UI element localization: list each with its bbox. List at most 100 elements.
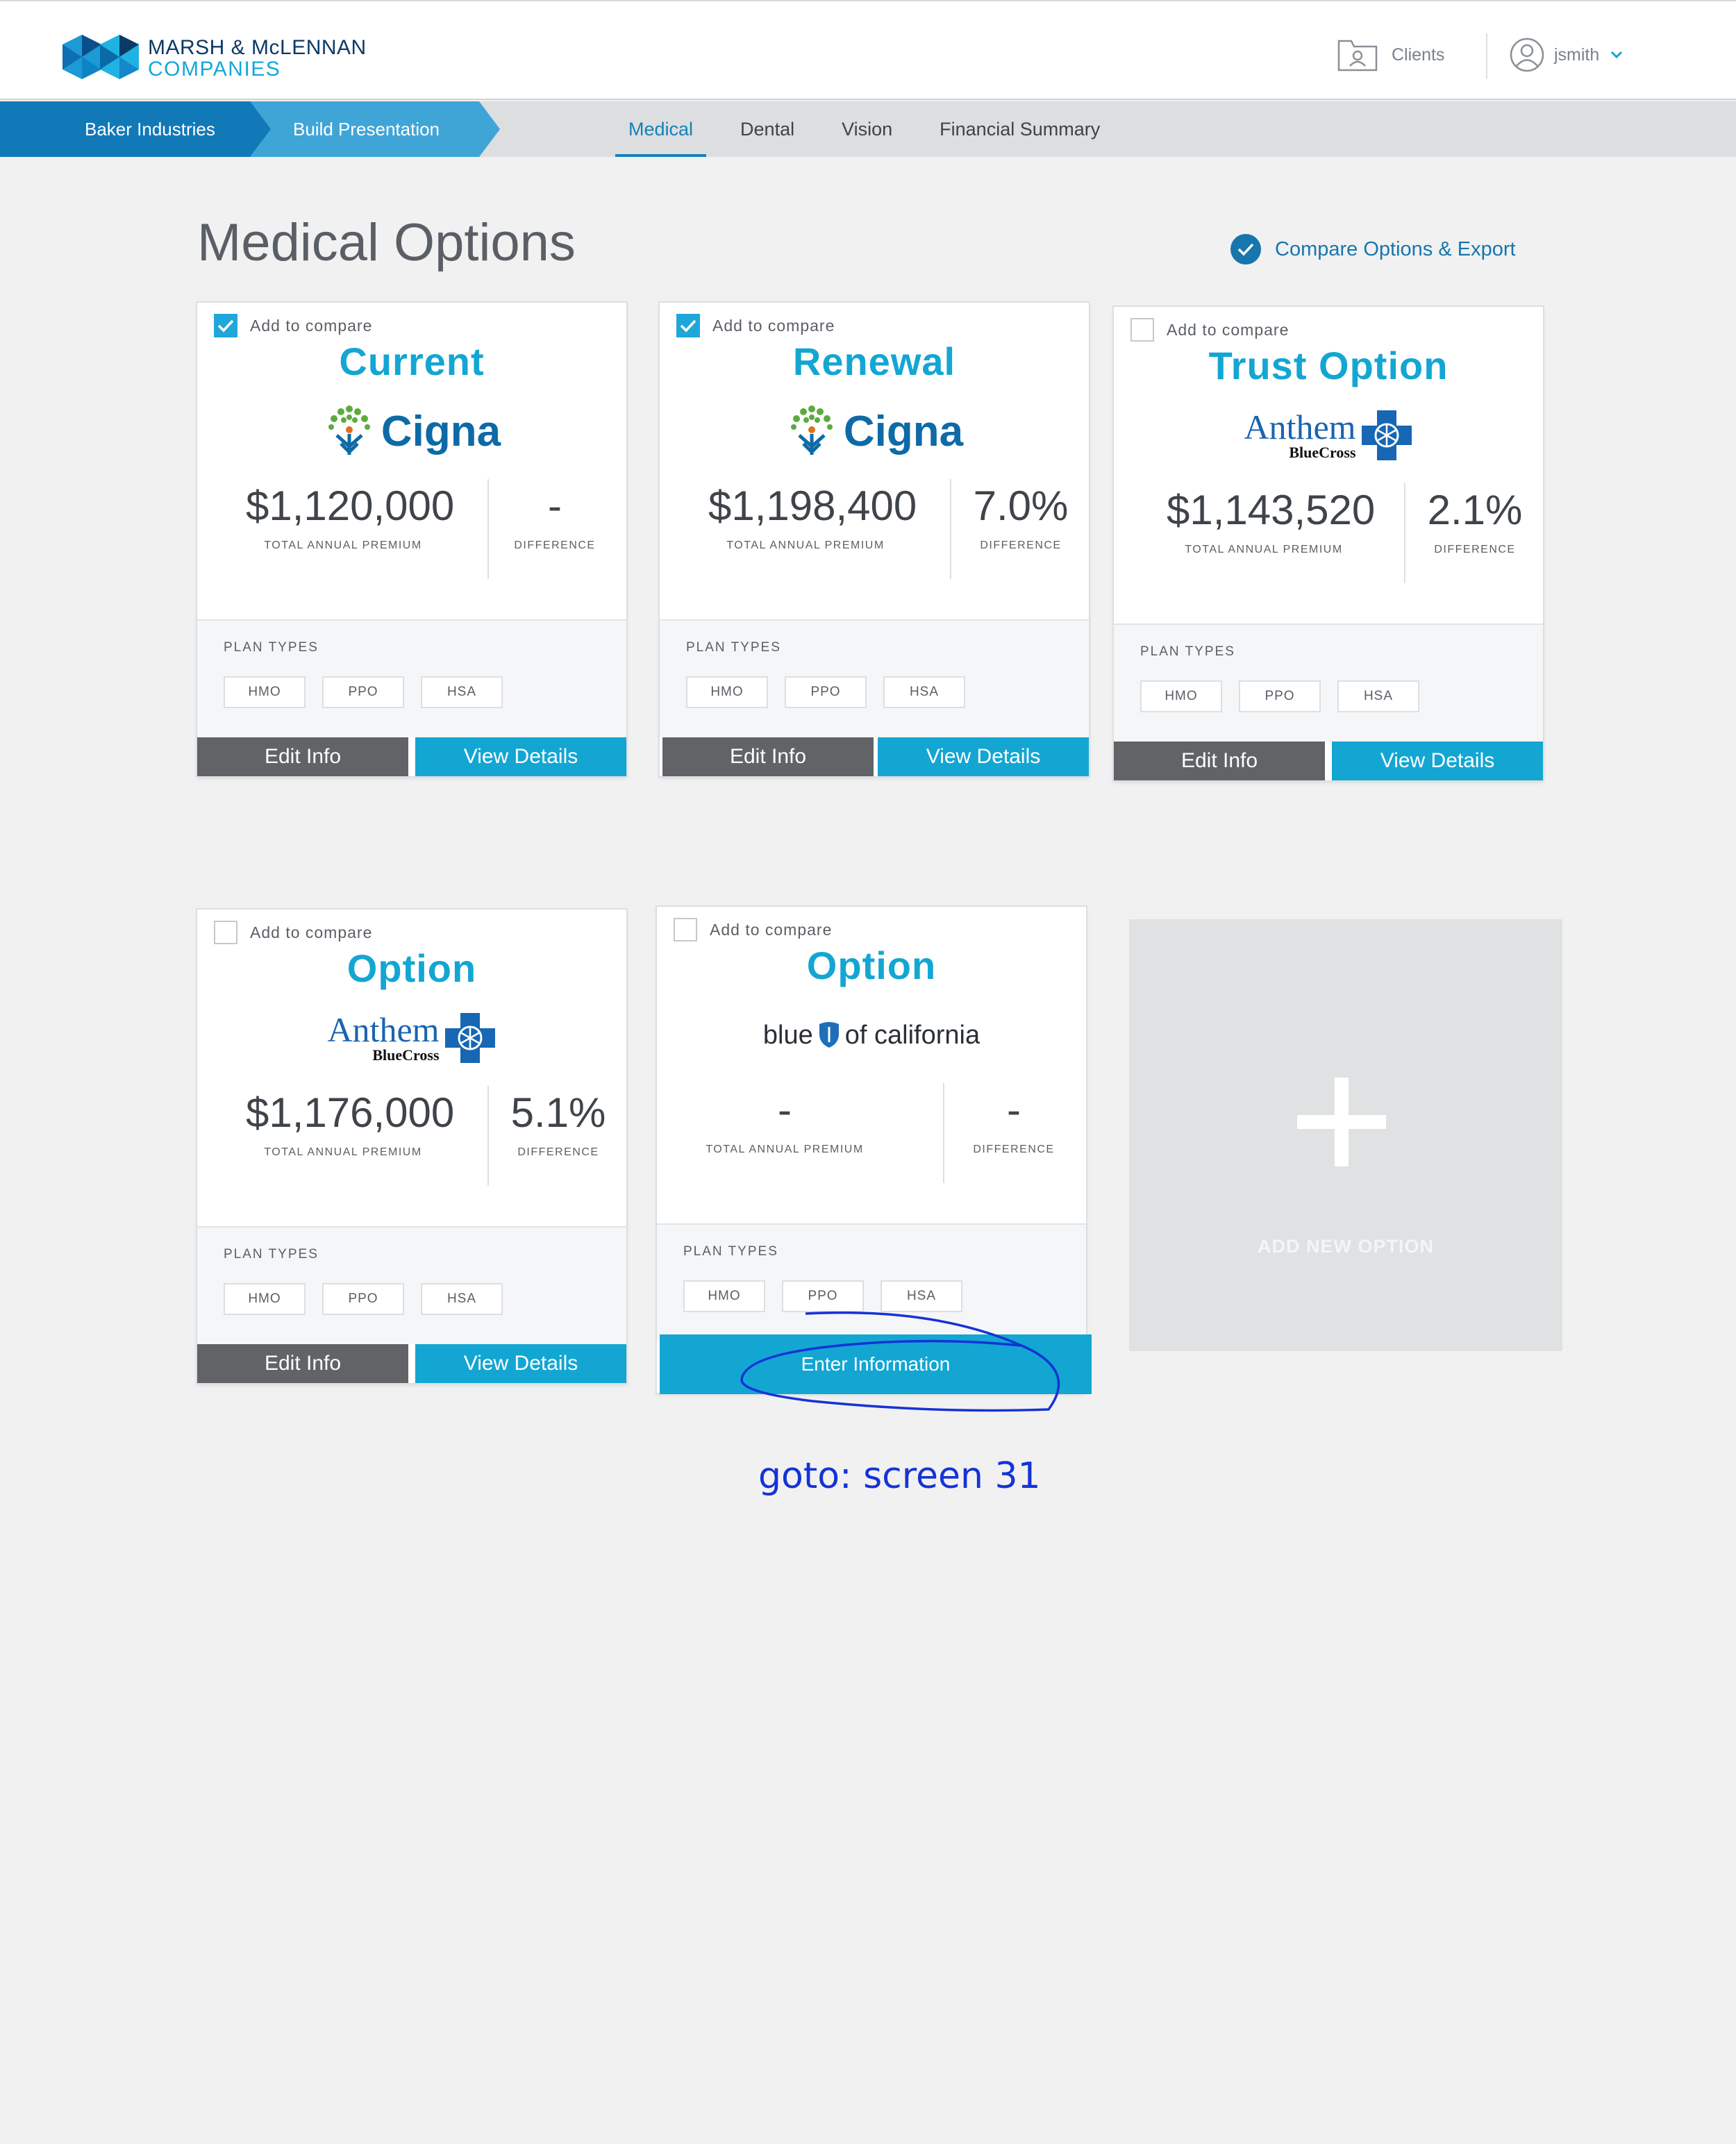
logo-text-line2: COMPANIES	[148, 58, 281, 81]
premium-label: TOTAL ANNUAL PREMIUM	[726, 539, 885, 551]
top-header: MARSH & McLENNAN COMPANIES Clients jsmit…	[0, 0, 1736, 100]
card-title: Current	[339, 340, 485, 383]
edit-info-button[interactable]: Edit Info	[1114, 742, 1325, 780]
plan-type-chips: HMO PPO HSA	[1140, 680, 1436, 712]
premium-label: TOTAL ANNUAL PREMIUM	[706, 1144, 864, 1155]
difference: 7.0% DIFFERENCE	[958, 482, 1083, 583]
breadcrumb-baker-industries[interactable]: Baker Industries	[0, 101, 257, 157]
difference-value: -	[1007, 1087, 1021, 1133]
carrier-logo-anthem: Anthem BlueCross	[1114, 404, 1543, 467]
plan-types-heading: PLAN TYPES	[1140, 644, 1235, 659]
annotation-circle-icon	[740, 1311, 1060, 1412]
premium-value: $1,143,520	[1167, 487, 1376, 533]
carrier-name: Anthem	[327, 1010, 440, 1049]
view-details-button[interactable]: View Details	[1332, 742, 1543, 780]
total-annual-premium: $1,120,000 TOTAL ANNUAL PREMIUM	[246, 482, 454, 583]
add-to-compare-checkbox[interactable]	[214, 314, 237, 337]
edit-info-button[interactable]: Edit Info	[197, 1344, 408, 1383]
plan-chip-hmo: HMO	[224, 1283, 306, 1315]
edit-info-button[interactable]: Edit Info	[662, 737, 874, 776]
clients-button[interactable]: Clients	[1337, 37, 1444, 72]
add-to-compare-checkbox[interactable]	[1130, 318, 1154, 342]
add-to-compare-row[interactable]: Add to compare	[214, 921, 372, 944]
tab-dental[interactable]: Dental	[727, 101, 808, 157]
plan-chip-hmo: HMO	[224, 676, 306, 708]
tab-bar: Medical Dental Vision Financial Summary	[615, 101, 1134, 157]
card-title: Option	[347, 946, 477, 990]
metric-divider	[1404, 483, 1405, 583]
premium-value: $1,176,000	[246, 1089, 455, 1136]
clients-folder-icon	[1337, 40, 1378, 72]
checkmark-circle-icon	[1230, 234, 1261, 265]
metric-divider	[943, 1083, 944, 1183]
plan-chip-hmo: HMO	[1140, 680, 1222, 712]
add-to-compare-row[interactable]: Add to compare	[676, 314, 835, 337]
user-avatar-icon	[1510, 37, 1544, 72]
add-new-option-tile[interactable]: ADD NEW OPTION	[1129, 919, 1562, 1351]
tab-financial-summary[interactable]: Financial Summary	[926, 101, 1113, 157]
option-card-current: Add to compare Current Cigna $1,120,000 …	[197, 303, 626, 776]
add-to-compare-label: Add to compare	[710, 920, 833, 939]
metric-divider	[487, 479, 489, 579]
compare-options-export-link[interactable]: Compare Options & Export	[1230, 233, 1516, 265]
add-new-option-label: ADD NEW OPTION	[1258, 1236, 1434, 1257]
premium-label: TOTAL ANNUAL PREMIUM	[264, 539, 422, 551]
breadcrumb-build-presentation[interactable]: Build Presentation	[264, 101, 493, 157]
total-annual-premium: $1,143,520 TOTAL ANNUAL PREMIUM	[1167, 486, 1376, 587]
plan-types-heading: PLAN TYPES	[686, 640, 781, 655]
plan-chip-hsa: HSA	[883, 676, 965, 708]
add-to-compare-checkbox[interactable]	[676, 314, 700, 337]
premium-label: TOTAL ANNUAL PREMIUM	[1185, 544, 1343, 555]
carrier-subname: BlueCross	[372, 1046, 440, 1064]
blue-shield-icon	[819, 1022, 839, 1048]
difference-value: 2.1%	[1427, 487, 1523, 533]
add-to-compare-row[interactable]: Add to compare	[214, 314, 372, 337]
add-to-compare-label: Add to compare	[250, 923, 373, 941]
option-card-trust-option: Add to compare Trust Option Anthem BlueC…	[1114, 307, 1543, 780]
view-details-button[interactable]: View Details	[415, 1344, 626, 1383]
plan-chip-hmo: HMO	[686, 676, 768, 708]
page-title: Medical Options	[197, 213, 576, 272]
add-to-compare-label: Add to compare	[1167, 320, 1290, 339]
plan-chip-hsa: HSA	[421, 676, 503, 708]
carrier-name-part1: blue	[762, 1020, 813, 1050]
carrier-name: Anthem	[1244, 408, 1356, 446]
add-to-compare-row[interactable]: Add to compare	[1130, 318, 1289, 342]
carrier-logo-cigna: Cigna	[197, 400, 626, 462]
add-to-compare-row[interactable]: Add to compare	[674, 918, 832, 941]
view-details-button[interactable]: View Details	[415, 737, 626, 776]
view-details-button[interactable]: View Details	[878, 737, 1089, 776]
edit-info-button[interactable]: Edit Info	[197, 737, 408, 776]
difference-value: -	[548, 483, 562, 529]
option-card-option-anthem: Add to compare Option Anthem BlueCross $…	[197, 910, 626, 1383]
anthem-wordmark: Anthem BlueCross	[1244, 410, 1355, 461]
total-annual-premium: $1,176,000 TOTAL ANNUAL PREMIUM	[246, 1089, 455, 1190]
blue-cross-icon	[1361, 410, 1412, 460]
plan-chip-hsa: HSA	[421, 1283, 503, 1315]
tab-medical[interactable]: Medical	[615, 101, 707, 157]
carrier-name: Cigna	[381, 407, 501, 455]
logo-mark-icon	[62, 35, 139, 79]
company-logo[interactable]: MARSH & McLENNAN COMPANIES	[62, 35, 375, 81]
user-menu[interactable]: jsmith	[1510, 37, 1623, 72]
difference-value: 5.1%	[510, 1089, 606, 1136]
plan-type-chips: HMO PPO HSA	[686, 676, 982, 708]
total-annual-premium: - TOTAL ANNUAL PREMIUM	[687, 1086, 882, 1187]
cigna-tree-icon	[790, 405, 833, 455]
add-to-compare-label: Add to compare	[250, 316, 373, 335]
blue-cross-icon	[444, 1013, 495, 1063]
user-name: jsmith	[1554, 44, 1600, 65]
add-to-compare-label: Add to compare	[712, 316, 835, 335]
add-to-compare-checkbox[interactable]	[674, 918, 697, 941]
plan-types-section: PLAN TYPES HMO PPO HSA	[197, 1226, 626, 1344]
difference: - DIFFERENCE	[503, 482, 607, 583]
difference: 2.1% DIFFERENCE	[1412, 486, 1537, 587]
plan-types-section: PLAN TYPES HMO PPO HSA	[1114, 623, 1543, 742]
carrier-name: Cigna	[843, 407, 964, 455]
tab-vision[interactable]: Vision	[828, 101, 905, 157]
difference-label: DIFFERENCE	[1434, 544, 1516, 555]
checkmark-icon	[217, 319, 234, 333]
chevron-down-icon	[1611, 51, 1623, 59]
add-to-compare-checkbox[interactable]	[214, 921, 237, 944]
difference-label: DIFFERENCE	[517, 1146, 599, 1158]
